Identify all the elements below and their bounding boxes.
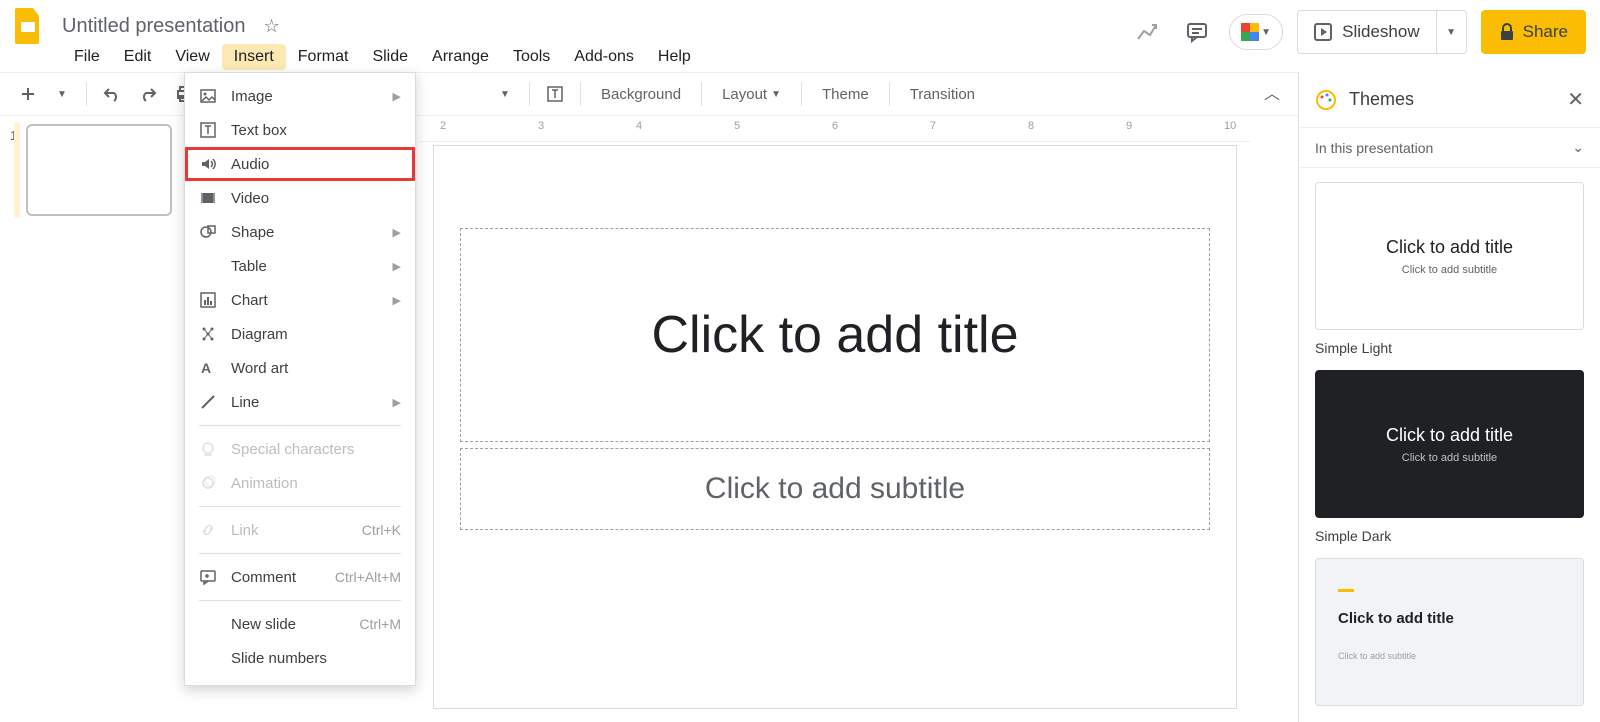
themes-panel: Themes ✕ In this presentation ⌄ Click to… xyxy=(1298,72,1600,722)
submenu-arrow-icon: ▶ xyxy=(393,260,401,273)
title-placeholder[interactable]: Click to add title xyxy=(460,228,1210,442)
textbox-icon xyxy=(199,121,217,139)
themes-subheader[interactable]: In this presentation ⌄ xyxy=(1299,128,1600,168)
menu-slide[interactable]: Slide xyxy=(360,44,420,70)
theme-card[interactable]: Click to add titleClick to add subtitle xyxy=(1315,370,1584,518)
zoom-dropdown[interactable]: ▼ xyxy=(491,78,519,110)
new-slide-button[interactable] xyxy=(14,78,42,110)
menu-format[interactable]: Format xyxy=(286,44,361,70)
menu-tools[interactable]: Tools xyxy=(501,44,562,70)
animation-icon xyxy=(199,474,217,492)
undo-button[interactable] xyxy=(97,78,127,110)
redo-button[interactable] xyxy=(133,78,163,110)
insert-menu-shape[interactable]: Shape▶ xyxy=(185,215,415,249)
audio-icon xyxy=(199,155,217,173)
submenu-arrow-icon: ▶ xyxy=(393,90,401,103)
canvas-area: 234567891011 Click to add title Click to… xyxy=(420,116,1250,722)
submenu-arrow-icon: ▶ xyxy=(393,226,401,239)
comments-icon[interactable] xyxy=(1179,14,1215,50)
insert-menu-audio[interactable]: Audio xyxy=(185,147,415,181)
insert-menu-new-slide[interactable]: New slideCtrl+M xyxy=(185,607,415,641)
meet-icon xyxy=(1241,23,1259,41)
insert-menu-line[interactable]: Line▶ xyxy=(185,385,415,419)
horizontal-ruler: 234567891011 xyxy=(420,116,1250,142)
line-icon xyxy=(199,393,217,411)
collapse-toolbar-button[interactable]: ︿ xyxy=(1264,80,1280,104)
insert-menu-chart[interactable]: Chart▶ xyxy=(185,283,415,317)
slide-canvas[interactable]: Click to add title Click to add subtitle xyxy=(434,146,1236,708)
title-right-controls: ▼ Slideshow ▼ Share xyxy=(1129,10,1586,54)
present-icon xyxy=(1314,23,1332,41)
slideshow-dropdown[interactable]: ▼ xyxy=(1436,11,1466,53)
insert-menu-image[interactable]: Image▶ xyxy=(185,79,415,113)
menu-bar: FileEditViewInsertFormatSlideArrangeTool… xyxy=(62,42,703,72)
slide-thumb[interactable] xyxy=(26,124,172,216)
theme-label: Simple Dark xyxy=(1315,528,1584,544)
share-button[interactable]: Share xyxy=(1481,10,1586,54)
submenu-arrow-icon: ▶ xyxy=(393,396,401,409)
insert-menu-table[interactable]: Table▶ xyxy=(185,249,415,283)
comment-icon xyxy=(199,568,217,586)
svg-text:A: A xyxy=(201,360,211,376)
insert-menu-animation: Animation xyxy=(185,466,415,500)
insert-menu-word-art[interactable]: AWord art xyxy=(185,351,415,385)
theme-card[interactable]: Click to add titleClick to add subtitle xyxy=(1315,182,1584,330)
activity-icon[interactable] xyxy=(1129,14,1165,50)
lock-icon xyxy=(1499,23,1515,41)
slideshow-label: Slideshow xyxy=(1342,22,1420,42)
doc-title[interactable]: Untitled presentation xyxy=(62,15,245,38)
chevron-down-icon: ⌄ xyxy=(1572,139,1584,156)
palette-icon xyxy=(1315,89,1337,111)
video-icon xyxy=(199,189,217,207)
link-icon xyxy=(199,521,217,539)
menu-arrange[interactable]: Arrange xyxy=(420,44,501,70)
insert-menu-dropdown: Image▶Text boxAudioVideoShape▶Table▶Char… xyxy=(184,72,416,686)
insert-menu-video[interactable]: Video xyxy=(185,181,415,215)
app-logo xyxy=(8,6,48,46)
insert-menu-comment[interactable]: CommentCtrl+Alt+M xyxy=(185,560,415,594)
shape-icon xyxy=(199,223,217,241)
slide-thumbnail-1[interactable]: 1 xyxy=(10,124,172,216)
subtitle-placeholder[interactable]: Click to add subtitle xyxy=(460,448,1210,530)
transition-button[interactable]: Transition xyxy=(900,78,985,110)
image-icon xyxy=(199,87,217,105)
insert-menu-link: LinkCtrl+K xyxy=(185,513,415,547)
new-slide-dropdown[interactable]: ▼ xyxy=(48,78,76,110)
close-icon[interactable]: ✕ xyxy=(1567,87,1584,112)
share-label: Share xyxy=(1523,22,1568,42)
theme-button[interactable]: Theme xyxy=(812,78,879,110)
background-button[interactable]: Background xyxy=(591,78,691,110)
insert-menu-special-characters: Special characters xyxy=(185,432,415,466)
menu-insert[interactable]: Insert xyxy=(222,44,286,70)
wordart-icon: A xyxy=(199,359,217,377)
slideshow-button[interactable]: Slideshow xyxy=(1298,11,1436,53)
special-icon xyxy=(199,440,217,458)
themes-header: Themes ✕ xyxy=(1299,72,1600,128)
slideshow-group: Slideshow ▼ xyxy=(1297,10,1467,54)
diagram-icon xyxy=(199,325,217,343)
insert-textbox-button[interactable] xyxy=(540,78,570,110)
meet-button[interactable]: ▼ xyxy=(1229,14,1283,50)
insert-menu-slide-numbers[interactable]: Slide numbers xyxy=(185,641,415,675)
slide-strip: 1 xyxy=(0,116,180,722)
menu-view[interactable]: View xyxy=(163,44,221,70)
menu-add-ons[interactable]: Add-ons xyxy=(562,44,646,70)
theme-list: Click to add titleClick to add subtitle S… xyxy=(1299,168,1600,720)
insert-menu-diagram[interactable]: Diagram xyxy=(185,317,415,351)
insert-menu-text-box[interactable]: Text box xyxy=(185,113,415,147)
menu-edit[interactable]: Edit xyxy=(112,44,164,70)
theme-label: Simple Light xyxy=(1315,340,1584,356)
menu-help[interactable]: Help xyxy=(646,44,703,70)
star-icon[interactable]: ☆ xyxy=(263,16,279,37)
layout-button[interactable]: Layout▼ xyxy=(712,78,791,110)
menu-file[interactable]: File xyxy=(62,44,112,70)
chart-icon xyxy=(199,291,217,309)
theme-card[interactable]: Click to add titleClick to add subtitle xyxy=(1315,558,1584,706)
submenu-arrow-icon: ▶ xyxy=(393,294,401,307)
themes-title: Themes xyxy=(1349,89,1555,110)
